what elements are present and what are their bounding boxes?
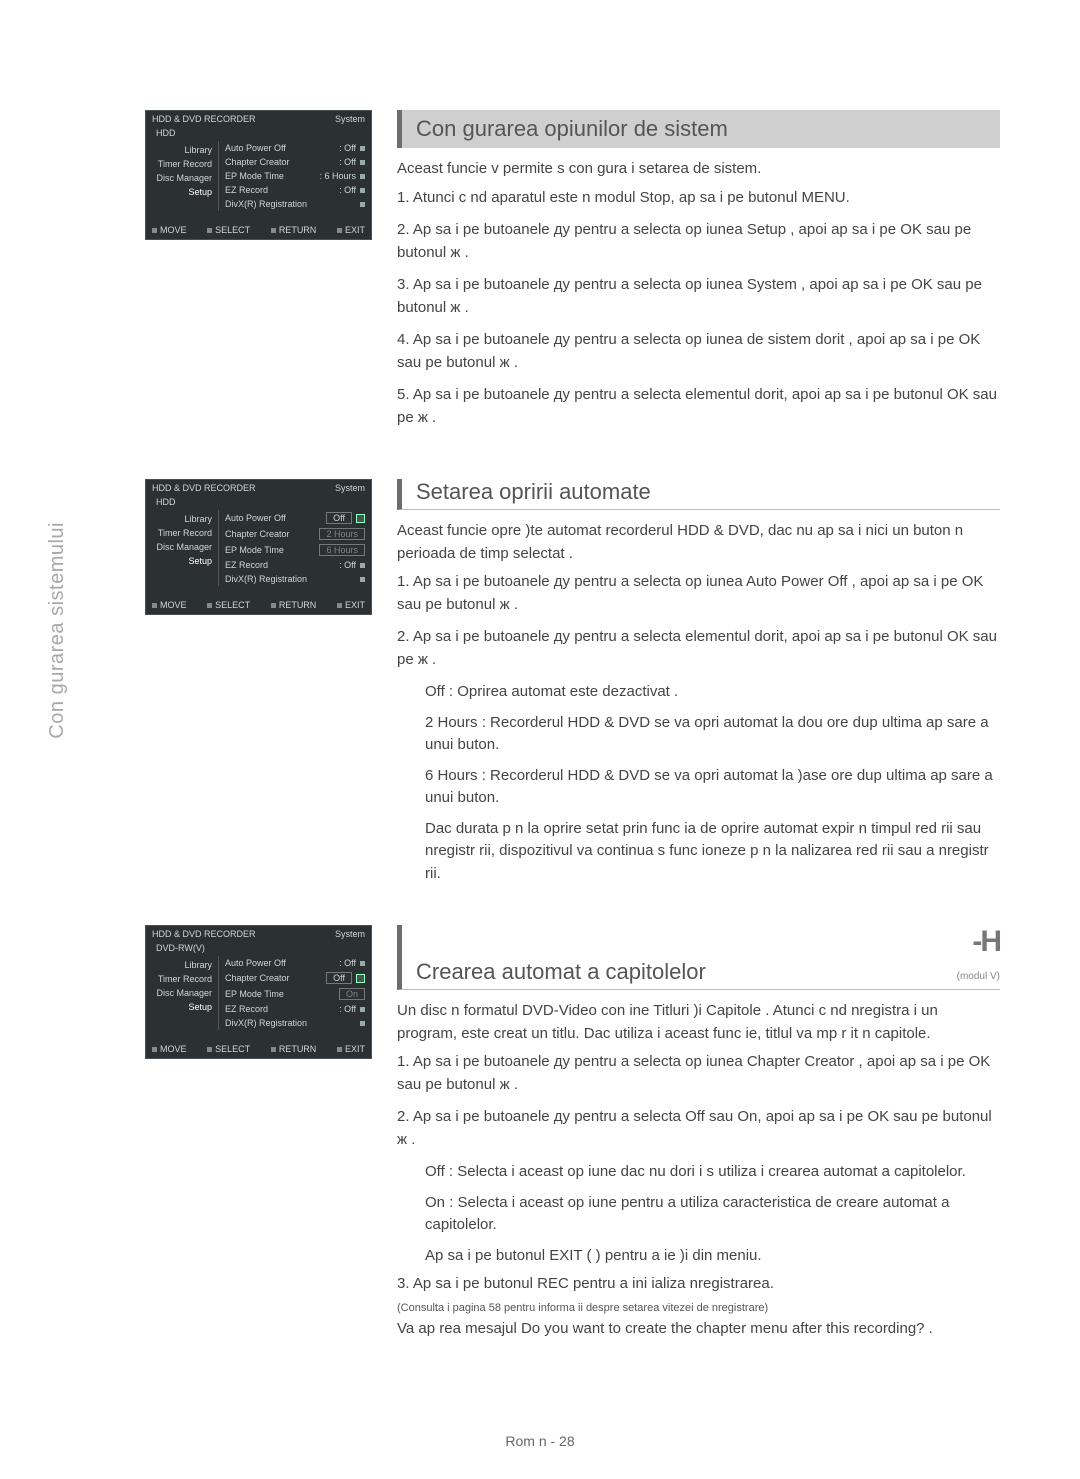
- sec1-step-3: 3. Ap sa i pe butoanele ду pentru a sele…: [397, 274, 1000, 319]
- sec3-exit-line: Ap sa i pe butonul EXIT ( ) pentru a ie …: [425, 1245, 1000, 1268]
- disc-icon: -H: [972, 925, 1000, 958]
- sec2-intro: Aceast funcie opre )te automat recorderu…: [397, 520, 1000, 565]
- side-label: Con gurarea sistemului: [46, 522, 69, 739]
- osd-panel-1: HDD & DVD RECORDERSystem HDD Library Tim…: [145, 110, 372, 240]
- section-3-title: Crearea automat a capitolelor -H (modul …: [397, 925, 1000, 990]
- sec2-step-1: 1. Ap sa i pe butoanele ду pentru a sele…: [397, 571, 1000, 616]
- sec2-bullet-2: 2 Hours : Recorderul HDD & DVD se va opr…: [425, 712, 1000, 757]
- sec1-intro: Aceast funcie v permite s con gura i set…: [397, 158, 1000, 181]
- sec2-bullet-1: Off : Oprirea automat este dezactivat .: [425, 681, 1000, 704]
- sec3-bullet-1: Off : Selecta i aceast op iune dac nu do…: [425, 1161, 1000, 1184]
- osd-panel-3: HDD & DVD RECORDERSystem DVD-RW(V) Libra…: [145, 925, 372, 1059]
- sec1-step-4: 4. Ap sa i pe butoanele ду pentru a sele…: [397, 329, 1000, 374]
- sec3-step-1: 1. Ap sa i pe butoanele ду pentru a sele…: [397, 1051, 1000, 1096]
- sec3-step-2: 2. Ap sa i pe butoanele ду pentru a sele…: [397, 1106, 1000, 1151]
- section-2-title: Setarea opririi automate: [397, 479, 1000, 510]
- disc-mode-sub: (modul V): [957, 971, 1000, 982]
- sec1-step-5: 5. Ap sa i pe butoanele ду pentru a sele…: [397, 384, 1000, 429]
- sec3-bullet-2: On : Selecta i aceast op iune pentru a u…: [425, 1192, 1000, 1237]
- sec3-step-3: 3. Ap sa i pe butonul REC pentru a ini i…: [397, 1273, 1000, 1341]
- sec1-step-1: 1. Atunci c nd aparatul este n modul Sto…: [397, 187, 1000, 210]
- sec2-step-2: 2. Ap sa i pe butoanele ду pentru a sele…: [397, 626, 1000, 671]
- osd-panel-2: HDD & DVD RECORDERSystem HDD Library Tim…: [145, 479, 372, 615]
- sec3-intro: Un disc n formatul DVD-Video con ine Tit…: [397, 1000, 1000, 1045]
- sec2-bullet-3: 6 Hours : Recorderul HDD & DVD se va opr…: [425, 765, 1000, 810]
- page-footer: Rom n - 28: [0, 1433, 1080, 1449]
- sec2-note: Dac durata p n la oprire setat prin func…: [425, 818, 1000, 886]
- sec1-step-2: 2. Ap sa i pe butoanele ду pentru a sele…: [397, 219, 1000, 264]
- section-1-title: Con gurarea opiunilor de sistem: [397, 110, 1000, 148]
